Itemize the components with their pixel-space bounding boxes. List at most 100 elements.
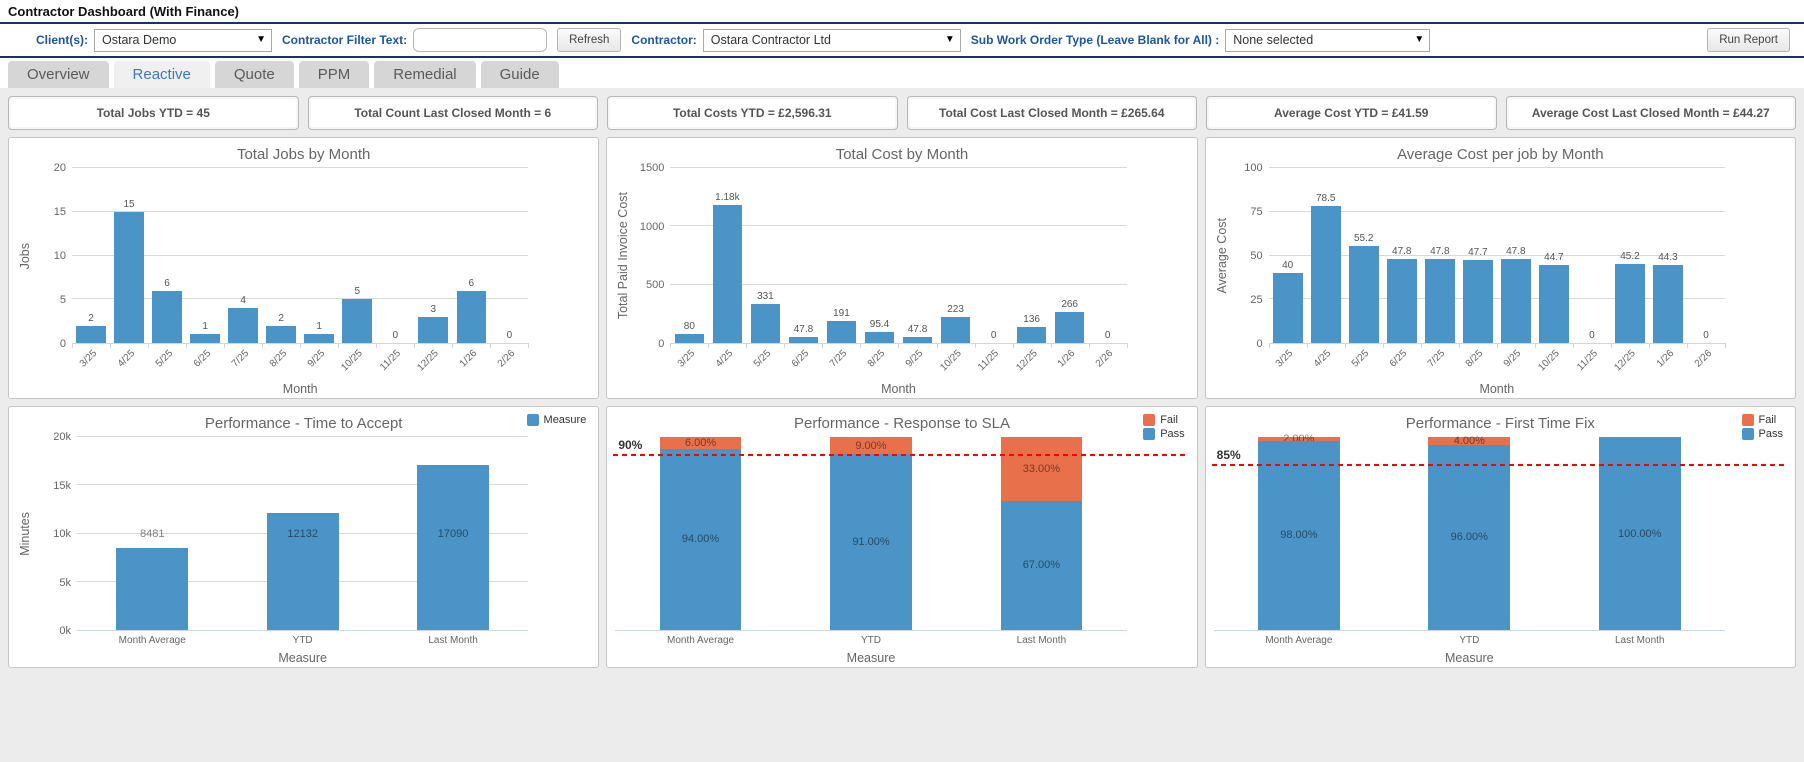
- bar-10/25[interactable]: [940, 316, 971, 343]
- bar-segment-pass[interactable]: 96.00%: [1428, 444, 1511, 630]
- y-tick-label: 20: [53, 162, 66, 174]
- bar-value-label: 45.2: [1620, 250, 1640, 262]
- bar-value-label: 2: [88, 312, 94, 324]
- legend-item-fail[interactable]: Fail: [1143, 414, 1184, 426]
- bar-segment-pass[interactable]: 94.00%: [659, 448, 742, 630]
- y-axis-title: Average Cost: [1214, 218, 1229, 294]
- bar-segment-pass[interactable]: 67.00%: [1000, 500, 1083, 630]
- x-tick-slot: 8/25: [262, 344, 300, 380]
- bar-9/25[interactable]: [304, 334, 335, 343]
- kpi-total-cost-last-closed-month: Total Cost Last Closed Month = £265.64: [906, 96, 1197, 130]
- bar-segment-fail[interactable]: 33.00%: [1000, 437, 1083, 501]
- x-tick-label: 11/25: [1574, 348, 1600, 373]
- bar-7/25[interactable]: [228, 308, 258, 343]
- bar-ytd[interactable]: 12132: [266, 512, 339, 630]
- sub-work-order-type-select[interactable]: None selected ▼: [1225, 28, 1431, 52]
- run-report-button[interactable]: Run Report: [1707, 28, 1790, 52]
- chevron-down-icon: ▼: [1414, 34, 1425, 45]
- bar-6/25[interactable]: [1386, 259, 1417, 343]
- x-tick-slot: 11/25: [975, 344, 1013, 380]
- x-tick-label: Last Month: [428, 634, 478, 646]
- bar-12/25[interactable]: [418, 316, 449, 343]
- tab-ppm[interactable]: PPM: [298, 61, 370, 88]
- bar-5/25[interactable]: [1348, 246, 1379, 343]
- bar-12/25[interactable]: [1016, 327, 1047, 343]
- tab-remedial[interactable]: Remedial: [374, 61, 476, 88]
- x-axis-title: Month: [282, 382, 318, 396]
- bar-month-average[interactable]: 8481: [116, 528, 189, 630]
- bar-slot-1: 80: [670, 168, 708, 343]
- bar-9/25[interactable]: [902, 337, 933, 343]
- client-select[interactable]: Ostara Demo ▼: [94, 28, 272, 52]
- x-tick-slot: 6/25: [186, 344, 224, 380]
- refresh-button[interactable]: Refresh: [557, 28, 622, 52]
- bar-1/26[interactable]: [456, 290, 487, 343]
- bar-value-label: 44.7: [1544, 251, 1564, 263]
- bar-segment-fail[interactable]: 6.00%: [659, 437, 742, 449]
- bar-5/25[interactable]: [750, 304, 781, 343]
- y-tick-label: 0k: [59, 625, 71, 637]
- x-tick-slot: 5/25: [746, 344, 784, 380]
- bar-slot-9: 0: [376, 168, 414, 343]
- bar-6/25[interactable]: [190, 334, 220, 343]
- bar-7/25[interactable]: [826, 320, 857, 343]
- tab-guide[interactable]: Guide: [480, 61, 559, 88]
- bar-value-label: 47.8: [793, 324, 814, 336]
- bar-slot-8: 5: [338, 168, 376, 343]
- kpi-average-cost-last-closed-month: Average Cost Last Closed Month = £44.27: [1505, 96, 1796, 130]
- bar-last-month[interactable]: 17090: [416, 465, 490, 630]
- bars-row: 2 15 6 1 4 2 1 5 0 3 6 0: [72, 168, 528, 343]
- tab-quote[interactable]: Quote: [214, 61, 294, 88]
- contractor-filter-input[interactable]: [413, 28, 548, 52]
- bar-segment-fail[interactable]: 4.00%: [1428, 435, 1511, 447]
- x-tick-label: 8/25: [865, 348, 888, 370]
- bar-10/25[interactable]: [342, 299, 373, 343]
- x-tick-label: 10/25: [937, 348, 964, 374]
- bar-segment-pass[interactable]: 91.00%: [830, 454, 912, 630]
- legend-item-measure[interactable]: Measure: [526, 414, 586, 426]
- tab-reactive[interactable]: Reactive: [113, 61, 210, 88]
- x-ticks: 3/25 4/25 5/25 6/25 7/25 8/25 9/25 10/25 11/25 12…: [72, 344, 528, 380]
- kpi-total-count-last-closed-month: Total Count Last Closed Month = 6: [307, 96, 598, 130]
- legend-item-pass[interactable]: Pass: [1741, 428, 1783, 440]
- bar-3/25[interactable]: [674, 333, 705, 343]
- bar-3/25[interactable]: [1272, 273, 1303, 343]
- bar-6/25[interactable]: [788, 337, 819, 343]
- bar-5/25[interactable]: [152, 290, 182, 343]
- segment-value-label: 33.00%: [1022, 462, 1061, 475]
- bar-stack-last-month[interactable]: 33.00% 67.00%: [1000, 437, 1083, 630]
- bar-8/25[interactable]: [266, 325, 296, 343]
- bar-slot-10: 136: [1013, 168, 1051, 343]
- bar-12/25[interactable]: [1615, 263, 1645, 343]
- tab-overview[interactable]: Overview: [8, 61, 109, 88]
- y-axis-title-col: Average Cost: [1214, 168, 1230, 344]
- segment-value-label: 100.00%: [1618, 527, 1662, 540]
- bar-3/25[interactable]: [76, 325, 106, 343]
- contractor-filter-text-label: Contractor Filter Text:: [282, 33, 408, 47]
- bar-slot-7: 47.8: [899, 168, 937, 343]
- bar-4/25[interactable]: [1310, 205, 1341, 343]
- x-tick-label: 11/25: [378, 348, 404, 373]
- x-tick-label: 6/25: [1387, 348, 1410, 370]
- bar-8/25[interactable]: [864, 331, 895, 343]
- bar-7/25[interactable]: [1424, 259, 1455, 343]
- bar-segment-pass[interactable]: 98.00%: [1257, 440, 1340, 630]
- bar-10/25[interactable]: [1539, 264, 1569, 343]
- bar-1/26[interactable]: [1054, 311, 1085, 343]
- contractor-select[interactable]: Ostara Contractor Ltd ▼: [702, 28, 961, 52]
- bar-4/25[interactable]: [712, 205, 743, 343]
- bar-4/25[interactable]: [114, 211, 144, 343]
- legend-item-pass[interactable]: Pass: [1143, 428, 1185, 440]
- bar-9/25[interactable]: [1501, 259, 1531, 343]
- bar-stack-month-average[interactable]: 6.00% 94.00%: [659, 437, 742, 630]
- bars-row: 80 1.18k 331 47.8 191 95.4 47.8 223 0 136 266 0: [670, 168, 1126, 343]
- bar-value-label: 47.8: [907, 324, 928, 336]
- x-tick-slot: 4/25: [110, 344, 148, 380]
- page-title: Contractor Dashboard (With Finance): [0, 0, 1804, 24]
- bar-stack-ytd[interactable]: 9.00% 91.00%: [830, 437, 912, 630]
- x-tick-label: 6/25: [789, 348, 812, 370]
- bar-segment-fail[interactable]: 9.00%: [830, 437, 912, 455]
- bar-1/26[interactable]: [1653, 265, 1683, 343]
- legend-item-fail[interactable]: Fail: [1741, 414, 1783, 426]
- bar-8/25[interactable]: [1463, 259, 1493, 343]
